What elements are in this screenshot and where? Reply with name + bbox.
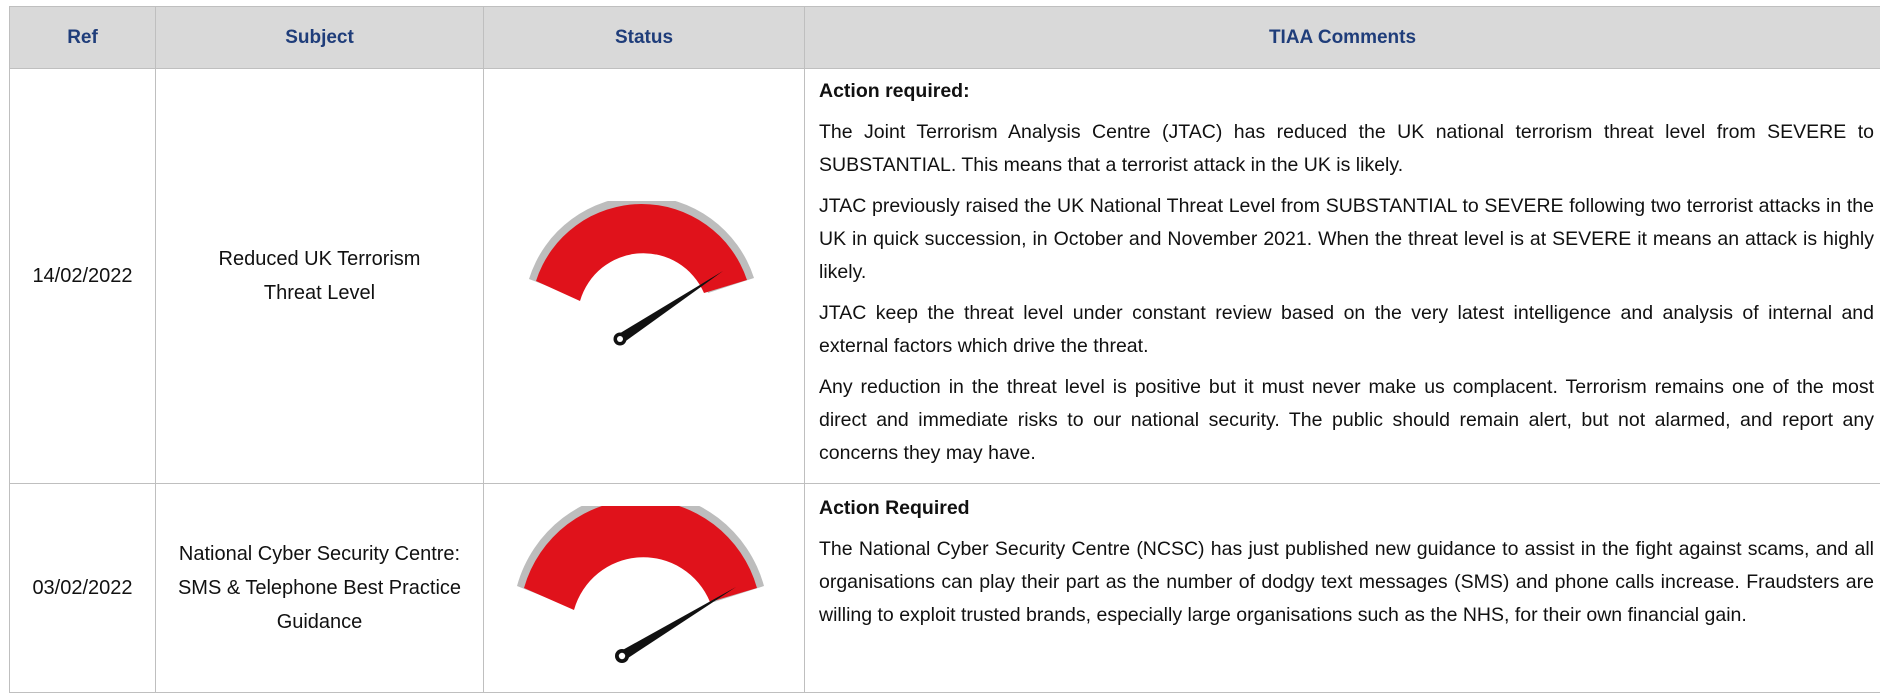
comment-paragraph: JTAC previously raised the UK National T… xyxy=(819,190,1874,289)
row-ref: 14/02/2022 xyxy=(10,69,156,484)
row-subject: National Cyber Security Centre: SMS & Te… xyxy=(156,484,484,693)
comment-paragraph: Any reduction in the threat level is pos… xyxy=(819,371,1874,470)
row-status xyxy=(484,69,805,484)
comment-heading: Action Required xyxy=(819,492,1874,525)
gauge-high-icon xyxy=(514,506,774,671)
comment-heading: Action required: xyxy=(819,75,1874,108)
header-ref: Ref xyxy=(10,7,156,69)
comment-paragraph: The National Cyber Security Centre (NCSC… xyxy=(819,533,1874,632)
table-row: 03/02/2022 National Cyber Security Centr… xyxy=(10,484,1880,693)
comment-paragraph: JTAC keep the threat level under constan… xyxy=(819,297,1874,363)
header-comments: TIAA Comments xyxy=(805,7,1880,69)
row-status xyxy=(484,484,805,693)
row-comments: Action Required The National Cyber Secur… xyxy=(805,484,1880,693)
gauge-high-icon xyxy=(524,201,764,351)
threat-report-table: Ref Subject Status TIAA Comments 14/02/2… xyxy=(9,6,1880,693)
table-header-row: Ref Subject Status TIAA Comments xyxy=(10,7,1880,69)
comment-paragraph: The Joint Terrorism Analysis Centre (JTA… xyxy=(819,116,1874,182)
row-subject: Reduced UK Terrorism Threat Level xyxy=(156,69,484,484)
row-comments: Action required: The Joint Terrorism Ana… xyxy=(805,69,1880,484)
header-subject: Subject xyxy=(156,7,484,69)
subject-line: National Cyber Security Centre: xyxy=(162,537,477,571)
subject-line: Reduced UK Terrorism xyxy=(162,242,477,276)
table-row: 14/02/2022 Reduced UK Terrorism Threat L… xyxy=(10,69,1880,484)
subject-line: SMS & Telephone Best Practice Guidance xyxy=(162,571,477,639)
subject-line: Threat Level xyxy=(162,276,477,310)
row-ref: 03/02/2022 xyxy=(10,484,156,693)
header-status: Status xyxy=(484,7,805,69)
